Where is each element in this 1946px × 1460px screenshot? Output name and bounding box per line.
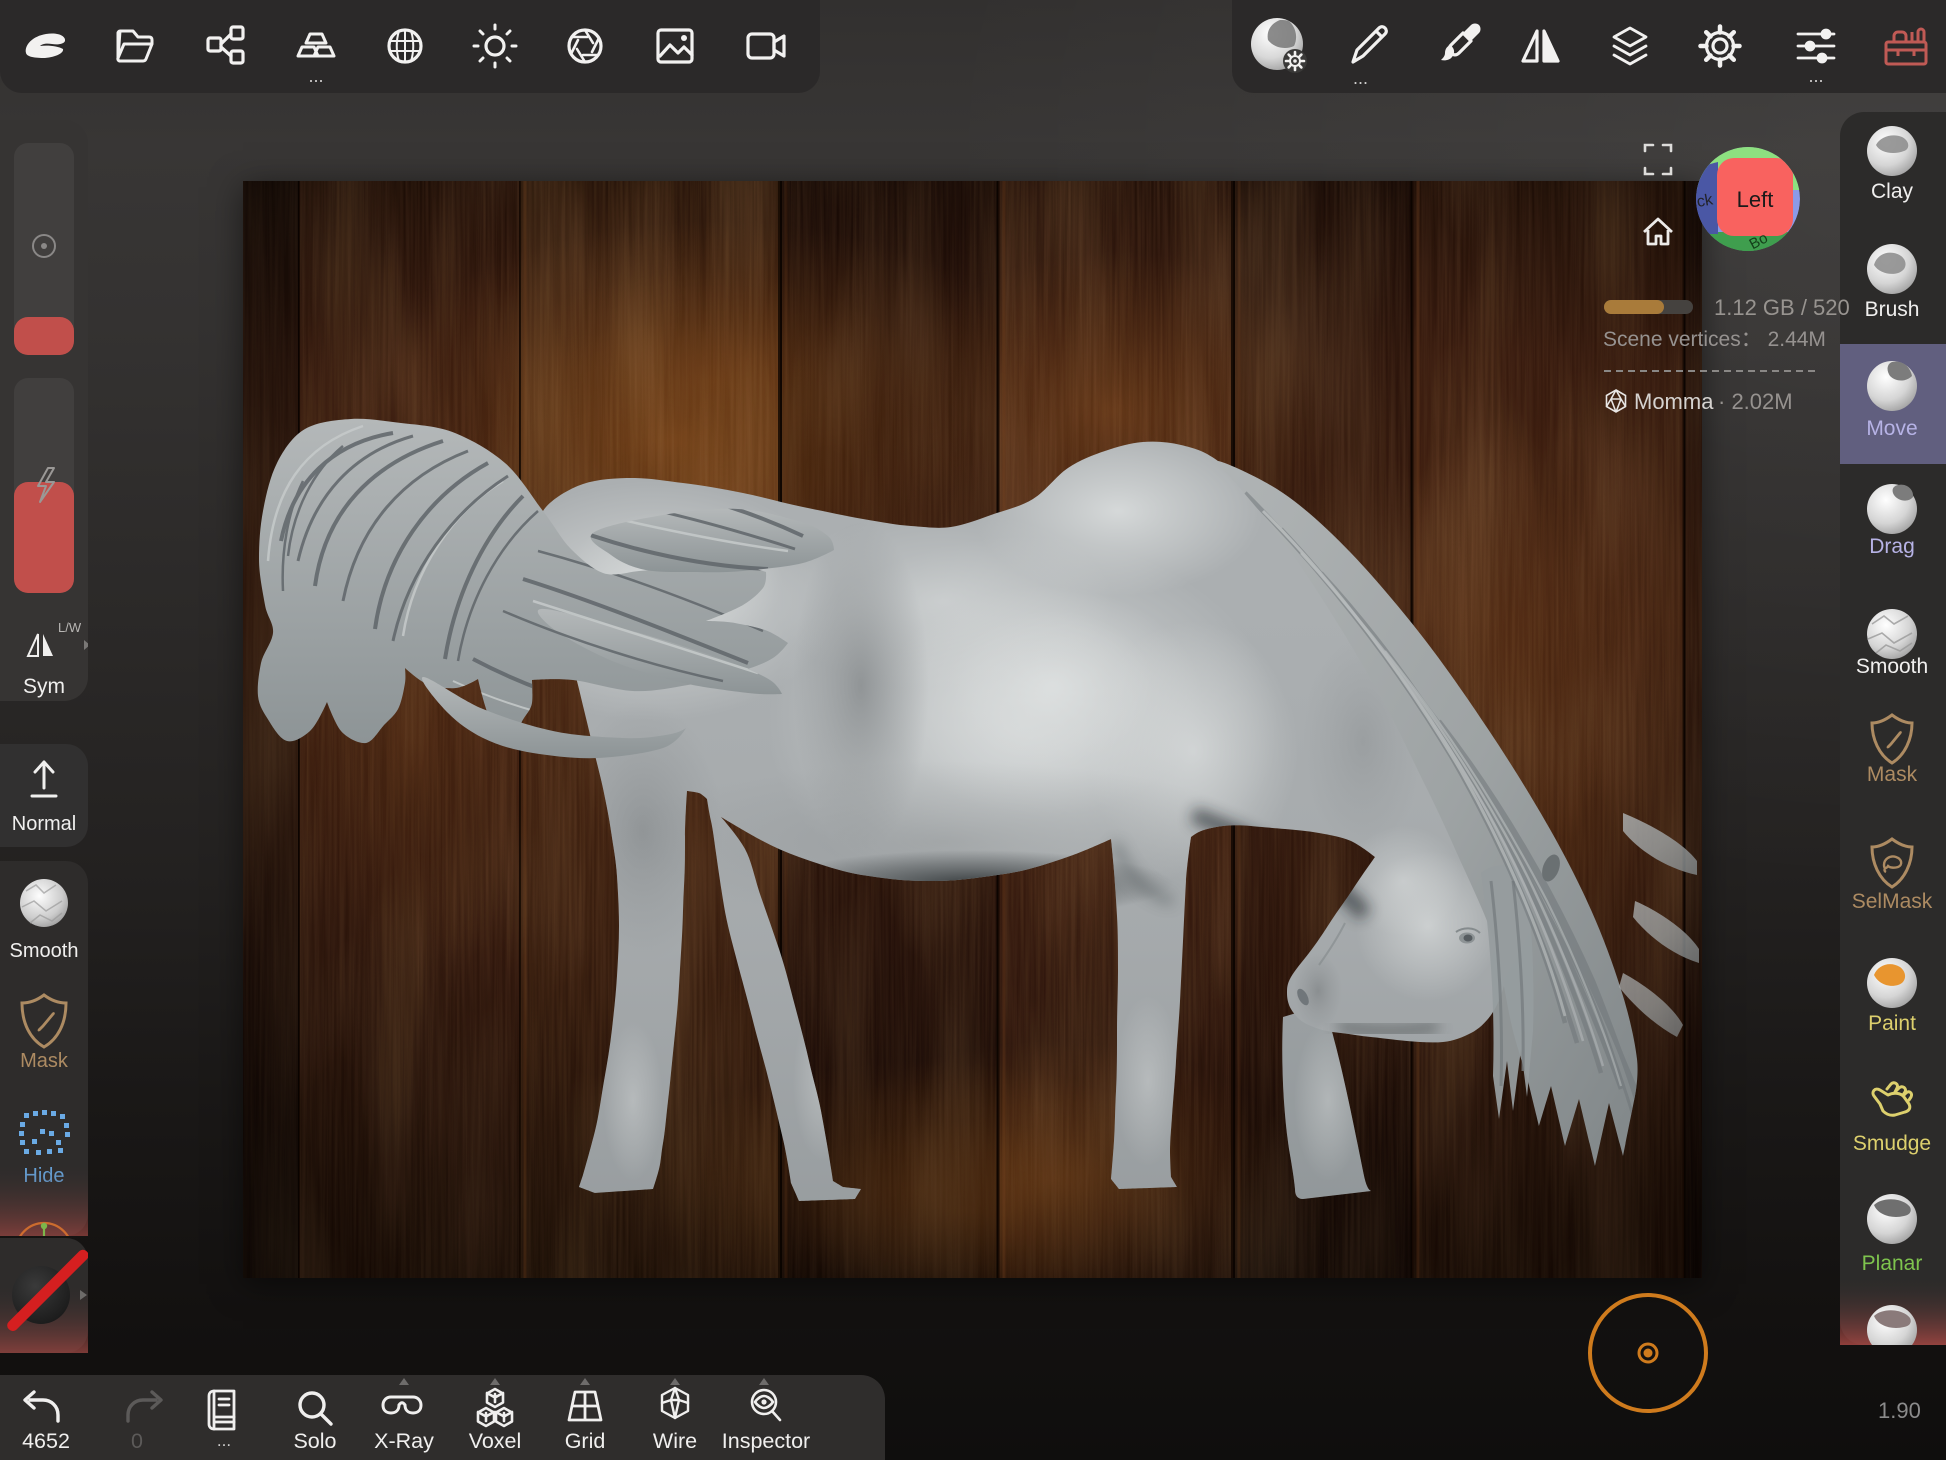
svg-text:X-Ray: X-Ray xyxy=(374,1429,434,1453)
svg-text:Scene vertices： 2.44M: Scene vertices： 2.44M xyxy=(1603,328,1826,351)
svg-text:4652: 4652 xyxy=(22,1429,70,1453)
svg-text:Drag: Drag xyxy=(1869,535,1915,558)
svg-text:SelMask: SelMask xyxy=(1852,890,1933,913)
svg-text:Clay: Clay xyxy=(1871,180,1914,203)
svg-text:Brush: Brush xyxy=(1865,298,1920,321)
svg-text:· 2.02M: · 2.02M xyxy=(1718,389,1793,414)
svg-text:Solo: Solo xyxy=(293,1429,336,1453)
svg-text:Move: Move xyxy=(1866,417,1917,440)
svg-text:Mask: Mask xyxy=(20,1050,69,1072)
svg-text:...: ... xyxy=(308,66,323,86)
svg-text:Grid: Grid xyxy=(565,1429,606,1453)
svg-text:...: ... xyxy=(1353,68,1368,88)
svg-text:Smudge: Smudge xyxy=(1853,1132,1931,1155)
svg-text:...: ... xyxy=(1808,66,1823,86)
svg-text:Normal: Normal xyxy=(12,813,76,835)
svg-text:Smooth: Smooth xyxy=(10,940,79,962)
svg-text:Momma: Momma xyxy=(1634,389,1714,414)
svg-text:Left: Left xyxy=(1737,187,1774,212)
svg-text:Sym: Sym xyxy=(23,675,65,698)
svg-text:Smooth: Smooth xyxy=(1856,655,1928,678)
svg-text:Voxel: Voxel xyxy=(469,1429,522,1453)
svg-text:L/W: L/W xyxy=(58,620,82,635)
svg-text:1.12 GB / 520 M: 1.12 GB / 520 M xyxy=(1714,295,1850,320)
svg-text:Inspector: Inspector xyxy=(722,1429,810,1453)
svg-text:0: 0 xyxy=(131,1429,143,1453)
svg-text:Wire: Wire xyxy=(653,1429,697,1453)
svg-text:Mask: Mask xyxy=(1867,763,1918,786)
svg-text:Paint: Paint xyxy=(1868,1012,1916,1035)
svg-text:Planar: Planar xyxy=(1862,1252,1923,1275)
svg-text:...: ... xyxy=(217,1431,231,1450)
